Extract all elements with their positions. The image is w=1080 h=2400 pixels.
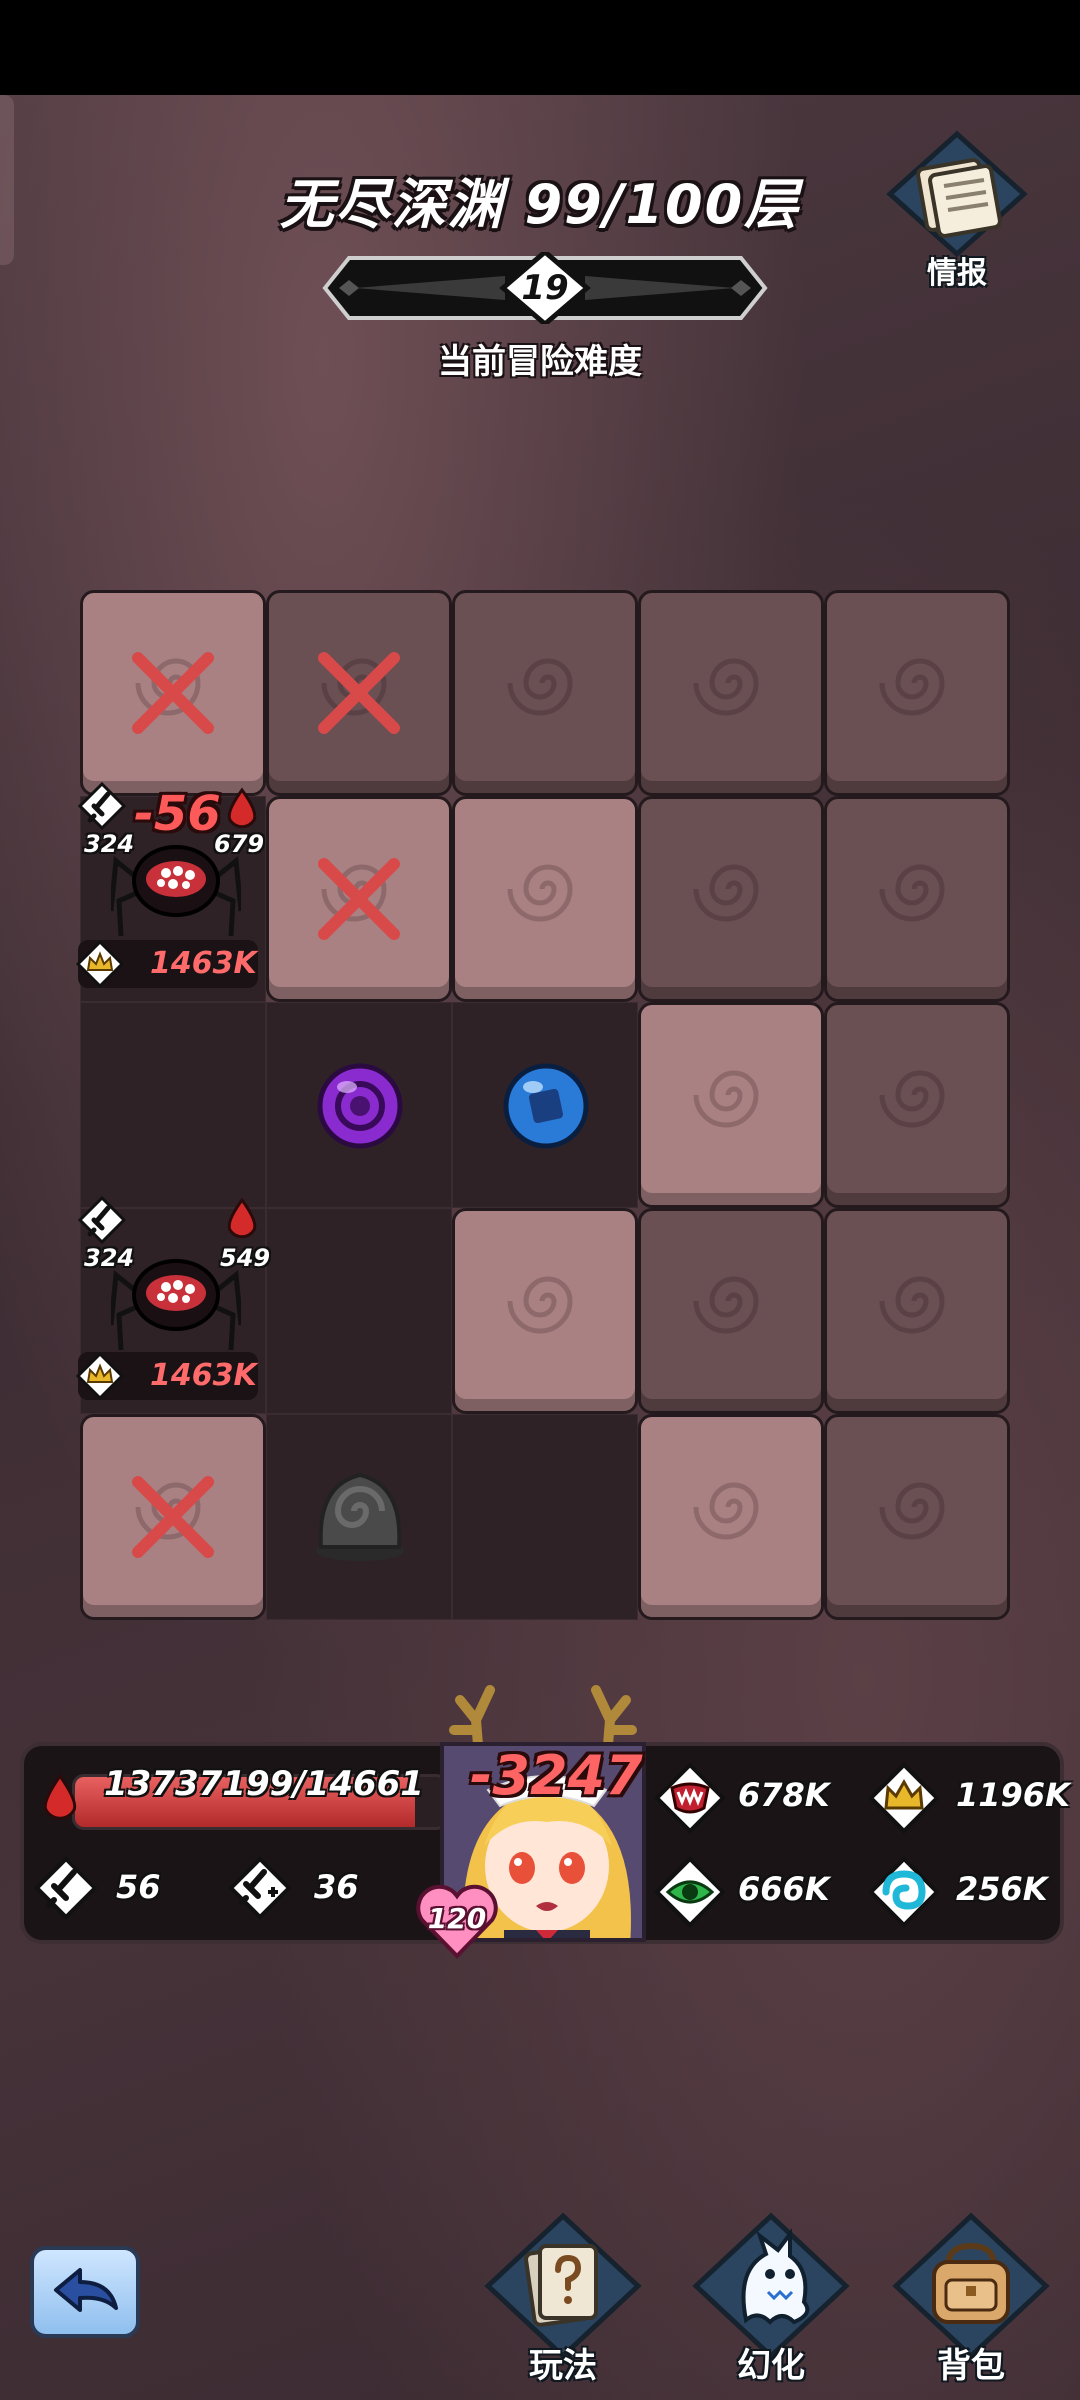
blood-drop-icon <box>43 1773 77 1820</box>
board-cell[interactable] <box>824 590 1010 796</box>
board-cell-purple-orb[interactable] <box>266 1002 452 1208</box>
hero-level: 120 <box>427 1902 487 1935</box>
enemy-attack: 324 <box>84 1244 135 1272</box>
board-cell[interactable] <box>824 1002 1010 1208</box>
board-cell[interactable] <box>824 1414 1010 1620</box>
hero-stat-eye: 666K <box>738 1870 830 1908</box>
board-cell[interactable] <box>80 590 266 796</box>
enemy-hp: 679 <box>214 830 265 858</box>
board-cell[interactable] <box>638 1208 824 1414</box>
enemy-hp: 549 <box>220 1244 271 1272</box>
transform-label: 幻化 <box>737 2346 805 2386</box>
gameplay-label: 玩法 <box>529 2346 597 2386</box>
difficulty-value: 19 <box>521 268 569 308</box>
board-cell[interactable] <box>266 1208 452 1414</box>
board-cell[interactable] <box>452 1208 638 1414</box>
cross-icon <box>132 652 214 734</box>
difficulty-label: 当前冒险难度 <box>438 342 642 382</box>
board-cell[interactable] <box>452 1414 638 1620</box>
sword-icon <box>78 1196 126 1244</box>
board-cell[interactable] <box>80 1002 266 1208</box>
hero-hp-text: 13737199/14661 <box>104 1764 424 1804</box>
hero-attack-bonus: 36 <box>314 1868 359 1906</box>
hero-level-heart: 120 <box>416 1884 498 1960</box>
blood-drop-icon <box>227 1197 257 1239</box>
info-label: 情报 <box>927 256 987 291</box>
crown-icon <box>868 1762 940 1834</box>
hero-stat-crown: 1196K <box>956 1776 1070 1814</box>
purple-orb-icon <box>317 1063 403 1149</box>
board-cell[interactable] <box>80 1414 266 1620</box>
blue-orb-icon <box>503 1063 589 1149</box>
gameplay-button[interactable]: 玩法 <box>478 2210 648 2400</box>
crown-icon <box>76 940 124 988</box>
difficulty-bar: 19 <box>305 248 785 328</box>
board-cell[interactable] <box>266 590 452 796</box>
board-cell[interactable] <box>638 590 824 796</box>
back-arrow-icon <box>54 2268 118 2312</box>
hero-attack: 56 <box>116 1868 161 1906</box>
board-cell[interactable] <box>266 796 452 1002</box>
eye-icon <box>654 1856 726 1928</box>
board-cell-portal[interactable] <box>266 1414 452 1620</box>
transform-button[interactable]: 幻化 <box>686 2210 856 2400</box>
bag-button[interactable]: 背包 <box>886 2210 1056 2400</box>
enemy-damage-popup: -56 <box>134 786 221 842</box>
dungeon-board <box>80 590 1010 1620</box>
status-bar <box>0 0 1080 95</box>
cross-icon <box>132 1476 214 1558</box>
info-button[interactable]: 情报 <box>882 130 1032 291</box>
board-cell[interactable] <box>824 1208 1010 1414</box>
stone-spiral-portal-icon <box>316 1472 404 1561</box>
bag-label: 背包 <box>937 2346 1005 2386</box>
board-cell[interactable] <box>824 796 1010 1002</box>
blood-drop-icon <box>227 787 257 829</box>
board-cell[interactable] <box>452 796 638 1002</box>
cross-icon <box>318 858 400 940</box>
sword-plus-icon <box>228 1856 292 1920</box>
board-cell-blue-orb[interactable] <box>452 1002 638 1208</box>
hero-stat-fang: 678K <box>738 1776 830 1814</box>
back-button[interactable] <box>30 2246 140 2338</box>
board-cell[interactable] <box>638 1002 824 1208</box>
sword-icon <box>78 782 126 830</box>
board-cell[interactable] <box>452 590 638 796</box>
enemy-attack: 324 <box>84 830 135 858</box>
crown-icon <box>76 1352 124 1400</box>
board-cell[interactable] <box>638 796 824 1002</box>
fang-icon <box>654 1762 726 1834</box>
cross-icon <box>318 652 400 734</box>
newspaper-icon <box>886 130 1028 258</box>
board-cell[interactable] <box>638 1414 824 1620</box>
hero-damage-popup: -3247 <box>470 1744 643 1807</box>
sword-icon <box>34 1856 98 1920</box>
hero-stat-spiral: 256K <box>956 1870 1048 1908</box>
spiral-icon <box>868 1856 940 1928</box>
